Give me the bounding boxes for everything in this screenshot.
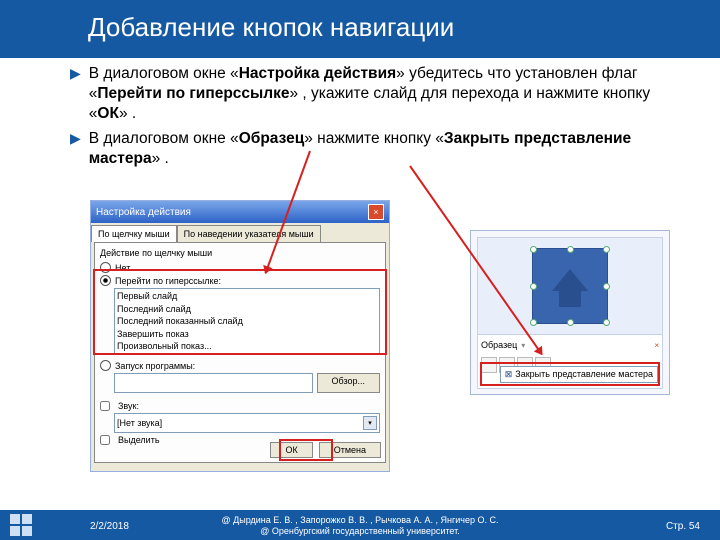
hyperlink-combo[interactable]: Первый слайд Последний слайд Последний п… — [114, 288, 380, 354]
sound-checkbox[interactable] — [100, 401, 110, 411]
dialog-title-text: Настройка действия — [96, 207, 191, 218]
close-icon[interactable]: × — [368, 204, 384, 220]
combo-value: [Нет звука] — [117, 418, 162, 428]
combo-item[interactable]: Первый слайд — [117, 291, 377, 301]
bullet-item: ▶ В диалоговом окне «Настройка действия»… — [70, 64, 680, 123]
footer-page: Стр. 54 — [666, 521, 700, 532]
radio-none[interactable] — [100, 262, 111, 273]
checkbox-label: Звук: — [118, 401, 139, 411]
chevron-down-icon[interactable]: ▾ — [363, 416, 377, 430]
slide-title: Добавление кнопок навигации — [88, 12, 454, 43]
toolbar-label: Образец — [481, 340, 517, 350]
action-settings-dialog: Настройка действия × По щелчку мыши По н… — [90, 200, 390, 472]
bullet-icon: ▶ — [70, 131, 81, 145]
ok-button[interactable]: ОК — [270, 442, 312, 458]
bullet-text: В диалоговом окне «Образец» нажмите кноп… — [89, 129, 680, 169]
home-icon — [552, 269, 588, 291]
footer-credit: @ Дырдина Е. В. , Запорожко В. В. , Рычк… — [0, 515, 720, 537]
combo-item[interactable]: Последний слайд — [117, 304, 377, 314]
master-view-figure: Образец ▾ × ⊠ Закрыть представление маст… — [470, 230, 670, 395]
master-toolbar: Образец ▾ × — [478, 335, 662, 355]
sound-combo[interactable]: [Нет звука] ▾ — [114, 413, 380, 433]
radio-label: Нет — [115, 263, 130, 273]
navigation-action-button[interactable] — [532, 248, 608, 324]
close-icon: ⊠ — [505, 369, 513, 380]
combo-item[interactable]: Последний показанный слайд — [117, 316, 377, 326]
bullet-icon: ▶ — [70, 66, 81, 80]
close-master-view-button[interactable]: ⊠ Закрыть представление мастера — [500, 366, 658, 383]
checkbox-label: Выделить — [118, 435, 160, 445]
browse-button[interactable]: Обзор... — [317, 373, 381, 393]
radio-label: Перейти по гиперссылке: — [115, 276, 221, 286]
tab-on-hover[interactable]: По наведении указателя мыши — [177, 225, 321, 242]
radio-program[interactable] — [100, 360, 111, 371]
button-label: Закрыть представление мастера — [515, 369, 653, 379]
bullet-item: ▶ В диалоговом окне «Образец» нажмите кн… — [70, 129, 680, 169]
radio-hyperlink[interactable] — [100, 275, 111, 286]
radio-label: Запуск программы: — [115, 361, 195, 371]
section-label: Действие по щелчку мыши — [100, 248, 380, 258]
combo-item[interactable]: Завершить показ — [117, 329, 377, 339]
tab-on-click[interactable]: По щелчку мыши — [91, 225, 177, 242]
cancel-button[interactable]: Отмена — [319, 442, 381, 458]
close-icon[interactable]: × — [654, 341, 659, 350]
program-field[interactable] — [114, 373, 313, 393]
combo-item[interactable]: Произвольный показ... — [117, 341, 377, 351]
highlight-box: ⊠ Закрыть представление мастера — [480, 362, 660, 386]
bullet-list: ▶ В диалоговом окне «Настройка действия»… — [70, 64, 680, 175]
dialog-titlebar: Настройка действия × — [91, 201, 389, 223]
bullet-text: В диалоговом окне «Настройка действия» у… — [89, 64, 680, 123]
highlight-checkbox[interactable] — [100, 435, 110, 445]
chevron-down-icon[interactable]: ▾ — [521, 341, 525, 350]
